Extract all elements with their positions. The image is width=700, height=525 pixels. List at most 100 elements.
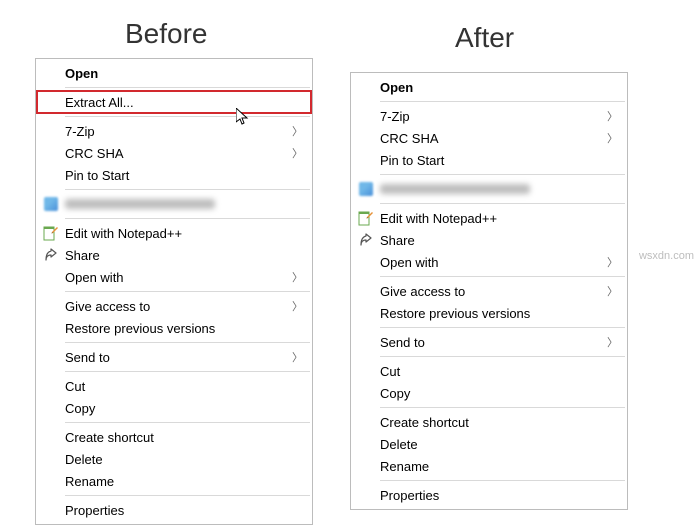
menu-item-give-access-to[interactable]: Give access to 〉	[37, 295, 311, 317]
separator	[380, 101, 625, 102]
chevron-right-icon: 〉	[292, 145, 303, 161]
label-after: After	[455, 22, 514, 54]
chevron-right-icon: 〉	[607, 254, 618, 270]
menu-text: Open with	[380, 255, 439, 270]
separator	[65, 87, 310, 88]
menu-text: Restore previous versions	[65, 321, 215, 336]
separator	[65, 342, 310, 343]
menu-item-share[interactable]: Share	[352, 229, 626, 251]
separator	[380, 407, 625, 408]
menu-text: Restore previous versions	[380, 306, 530, 321]
menu-text: Rename	[65, 474, 114, 489]
menu-item-7zip[interactable]: 7-Zip〉	[37, 120, 311, 142]
separator	[65, 495, 310, 496]
menu-item-extract-all[interactable]: Extract All...	[37, 91, 311, 113]
separator	[65, 371, 310, 372]
menu-text: Cut	[65, 379, 85, 394]
context-menu-after: Open 7-Zip〉 CRC SHA 〉 Pin to Start Edit w…	[350, 72, 628, 510]
blurred-text	[380, 184, 530, 194]
menu-text: Delete	[380, 437, 418, 452]
share-icon	[358, 232, 374, 248]
app-icon	[43, 196, 59, 212]
menu-text: Create shortcut	[65, 430, 154, 445]
chevron-right-icon: 〉	[292, 349, 303, 365]
menu-item-blurred[interactable]	[352, 178, 626, 200]
menu-item-delete[interactable]: Delete	[352, 433, 626, 455]
notepad-icon	[358, 210, 374, 226]
menu-text: CRC SHA	[380, 131, 439, 146]
menu-text: Pin to Start	[65, 168, 129, 183]
context-menu-before: Open Extract All... 7-Zip〉 CRC SHA〉 Pin …	[35, 58, 313, 525]
menu-item-open[interactable]: Open	[37, 62, 311, 84]
menu-item-edit-notepad[interactable]: Edit with Notepad++	[352, 207, 626, 229]
notepad-icon	[43, 225, 59, 241]
menu-text: Edit with Notepad++	[65, 226, 182, 241]
menu-text: Extract All...	[65, 95, 134, 110]
menu-item-pin-to-start[interactable]: Pin to Start	[352, 149, 626, 171]
separator	[65, 189, 310, 190]
menu-item-open-with[interactable]: Open with 〉	[37, 266, 311, 288]
menu-text: Cut	[380, 364, 400, 379]
menu-item-delete[interactable]: Delete	[37, 448, 311, 470]
menu-text: Create shortcut	[380, 415, 469, 430]
menu-item-create-shortcut[interactable]: Create shortcut	[352, 411, 626, 433]
menu-text: Send to	[65, 350, 110, 365]
menu-item-7zip[interactable]: 7-Zip〉	[352, 105, 626, 127]
menu-text: Give access to	[380, 284, 465, 299]
menu-text: Properties	[65, 503, 124, 518]
menu-text: CRC SHA	[65, 146, 124, 161]
separator	[380, 327, 625, 328]
menu-text: Open	[65, 66, 98, 81]
chevron-right-icon: 〉	[607, 283, 618, 299]
menu-text: Delete	[65, 452, 103, 467]
separator	[380, 276, 625, 277]
menu-item-crc-sha[interactable]: CRC SHA 〉	[352, 127, 626, 149]
menu-text: Send to	[380, 335, 425, 350]
chevron-right-icon: 〉	[292, 269, 303, 285]
menu-text: Pin to Start	[380, 153, 444, 168]
menu-item-create-shortcut[interactable]: Create shortcut	[37, 426, 311, 448]
share-icon	[43, 247, 59, 263]
menu-text: Rename	[380, 459, 429, 474]
menu-text: Properties	[380, 488, 439, 503]
blurred-text	[65, 199, 215, 209]
chevron-right-icon: 〉	[607, 108, 618, 124]
menu-text: Copy	[65, 401, 95, 416]
menu-item-rename[interactable]: Rename	[352, 455, 626, 477]
menu-item-open[interactable]: Open	[352, 76, 626, 98]
menu-item-properties[interactable]: Properties	[352, 484, 626, 506]
menu-item-rename[interactable]: Rename	[37, 470, 311, 492]
menu-item-restore-previous[interactable]: Restore previous versions	[37, 317, 311, 339]
menu-item-restore-previous[interactable]: Restore previous versions	[352, 302, 626, 324]
separator	[65, 291, 310, 292]
menu-item-blurred[interactable]	[37, 193, 311, 215]
menu-text: Open	[380, 80, 413, 95]
menu-item-properties[interactable]: Properties	[37, 499, 311, 521]
menu-item-copy[interactable]: Copy	[352, 382, 626, 404]
menu-item-pin-to-start[interactable]: Pin to Start	[37, 164, 311, 186]
menu-item-send-to[interactable]: Send to 〉	[352, 331, 626, 353]
separator	[65, 218, 310, 219]
chevron-right-icon: 〉	[607, 334, 618, 350]
menu-text: Open with	[65, 270, 124, 285]
menu-text: Share	[380, 233, 415, 248]
separator	[380, 174, 625, 175]
chevron-right-icon: 〉	[607, 130, 618, 146]
menu-text: Give access to	[65, 299, 150, 314]
menu-item-cut[interactable]: Cut	[352, 360, 626, 382]
menu-item-crc-sha[interactable]: CRC SHA 〉	[37, 142, 311, 164]
chevron-right-icon: 〉	[292, 298, 303, 314]
menu-item-open-with[interactable]: Open with 〉	[352, 251, 626, 273]
menu-item-copy[interactable]: Copy	[37, 397, 311, 419]
label-before: Before	[125, 18, 208, 50]
menu-item-share[interactable]: Share	[37, 244, 311, 266]
menu-item-send-to[interactable]: Send to 〉	[37, 346, 311, 368]
menu-item-give-access-to[interactable]: Give access to 〉	[352, 280, 626, 302]
menu-text: Share	[65, 248, 100, 263]
menu-text: 7-Zip	[65, 124, 95, 139]
menu-item-cut[interactable]: Cut	[37, 375, 311, 397]
menu-item-edit-notepad[interactable]: Edit with Notepad++	[37, 222, 311, 244]
separator	[65, 116, 310, 117]
separator	[380, 356, 625, 357]
menu-text: Copy	[380, 386, 410, 401]
